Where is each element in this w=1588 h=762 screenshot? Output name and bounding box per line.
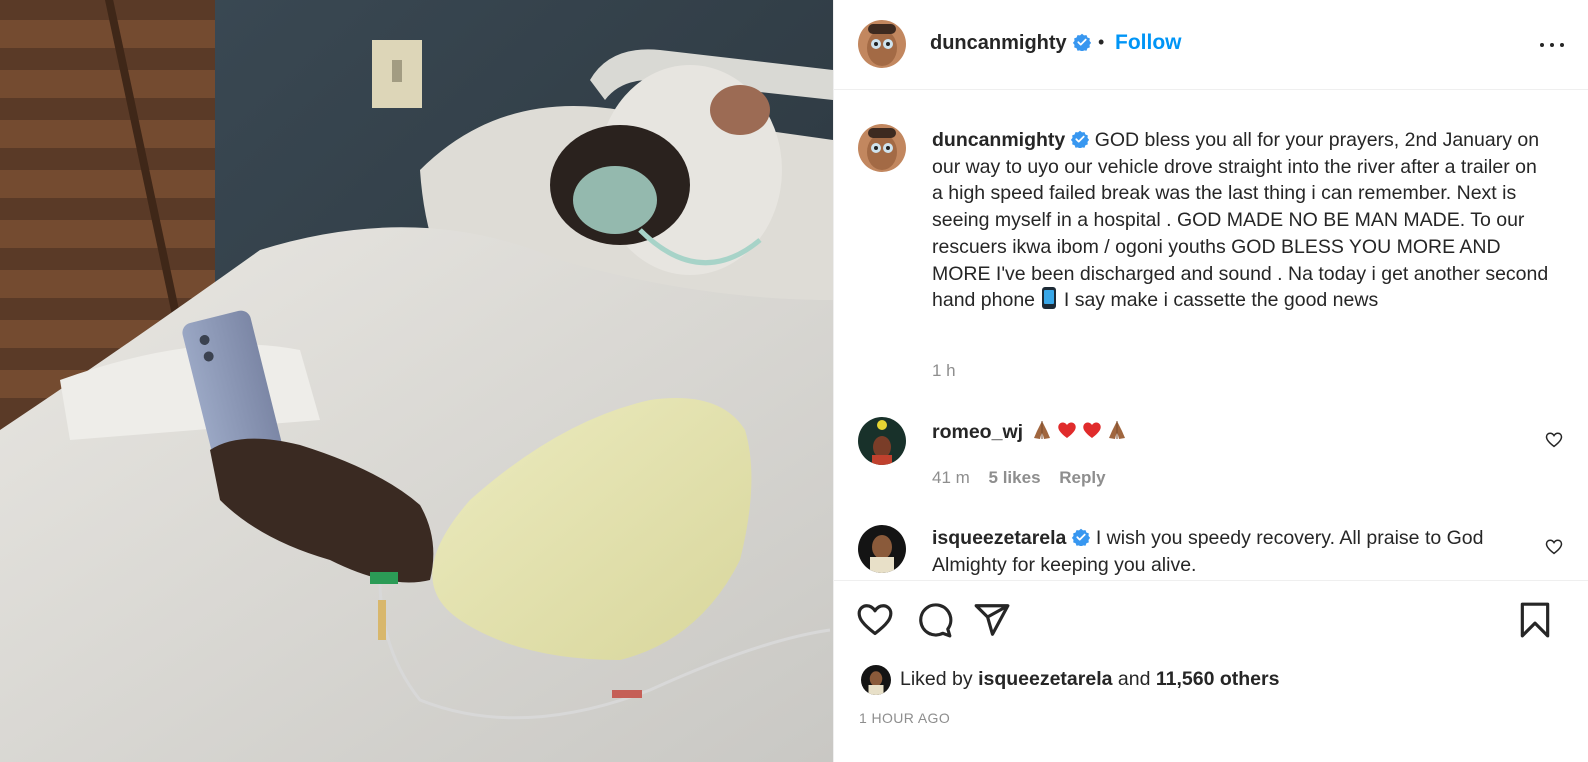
post-panel: duncanmighty • Follow duncanmighty GOD b… (833, 0, 1588, 762)
comment-text: romeo_wj (932, 419, 1532, 446)
more-horizontal-icon[interactable] (1537, 30, 1567, 60)
bookmark-icon[interactable] (1516, 601, 1554, 639)
likes-count[interactable]: 11,560 others (1156, 668, 1280, 690)
verified-badge-icon (1072, 33, 1091, 51)
caption-body: GOD bless you all for your prayers, 2nd … (932, 129, 1549, 312)
follow-button[interactable]: Follow (1115, 31, 1182, 55)
comment-icon[interactable] (915, 601, 953, 639)
author-name[interactable]: duncanmighty (930, 32, 1067, 54)
caption-username[interactable]: duncanmighty (932, 129, 1065, 151)
liker-avatar[interactable] (861, 665, 891, 695)
comment-reply-button[interactable]: Reply (1059, 468, 1105, 487)
comment-likes[interactable]: 5 likes (989, 468, 1041, 487)
post-header: duncanmighty • Follow (834, 0, 1588, 90)
mobile-phone-emoji-icon (1042, 287, 1057, 310)
liked-by-prefix: Liked by (900, 668, 973, 690)
caption-text: duncanmighty GOD bless you all for your … (932, 127, 1552, 314)
commenter-avatar[interactable] (858, 525, 906, 573)
author-username[interactable]: duncanmighty (930, 32, 1091, 55)
header-separator: • (1098, 32, 1105, 52)
caption-avatar[interactable] (858, 124, 906, 172)
comment-meta: 41 m 5 likes Reply (932, 468, 1120, 488)
author-avatar[interactable] (858, 20, 906, 68)
verified-badge-icon (1071, 130, 1090, 148)
comments-list[interactable]: duncanmighty GOD bless you all for your … (834, 91, 1588, 579)
liked-by-text: Liked by isqueezetarela and 11,560 other… (900, 668, 1279, 691)
verified-badge-icon (1072, 528, 1091, 546)
folded-hands-icon (1034, 421, 1051, 439)
folded-hands-icon (1109, 421, 1126, 439)
paper-plane-icon[interactable] (973, 601, 1011, 639)
heart-icon[interactable] (856, 601, 894, 639)
commenter-avatar[interactable] (858, 417, 906, 465)
post-image (0, 0, 833, 762)
post-photo (0, 0, 833, 762)
liked-by-and: and (1117, 668, 1151, 690)
caption-body-end: I say make i cassette the good news (1063, 289, 1379, 312)
comment-username[interactable]: romeo_wj (932, 421, 1023, 443)
comment-heart-icon[interactable] (1545, 431, 1563, 449)
action-bar (834, 580, 1588, 660)
comment-username[interactable]: isqueezetarela (932, 527, 1066, 549)
post-date[interactable]: 1 HOUR AGO (859, 710, 950, 726)
caption-time[interactable]: 1 h (932, 361, 956, 381)
liked-by-user[interactable]: isqueezetarela (978, 668, 1112, 690)
red-heart-icon (1083, 422, 1102, 438)
comment-heart-icon[interactable] (1545, 538, 1563, 556)
red-heart-icon (1058, 422, 1077, 438)
comment-text: isqueezetarela I wish you speedy recover… (932, 525, 1532, 579)
comment-time[interactable]: 41 m (932, 468, 970, 487)
